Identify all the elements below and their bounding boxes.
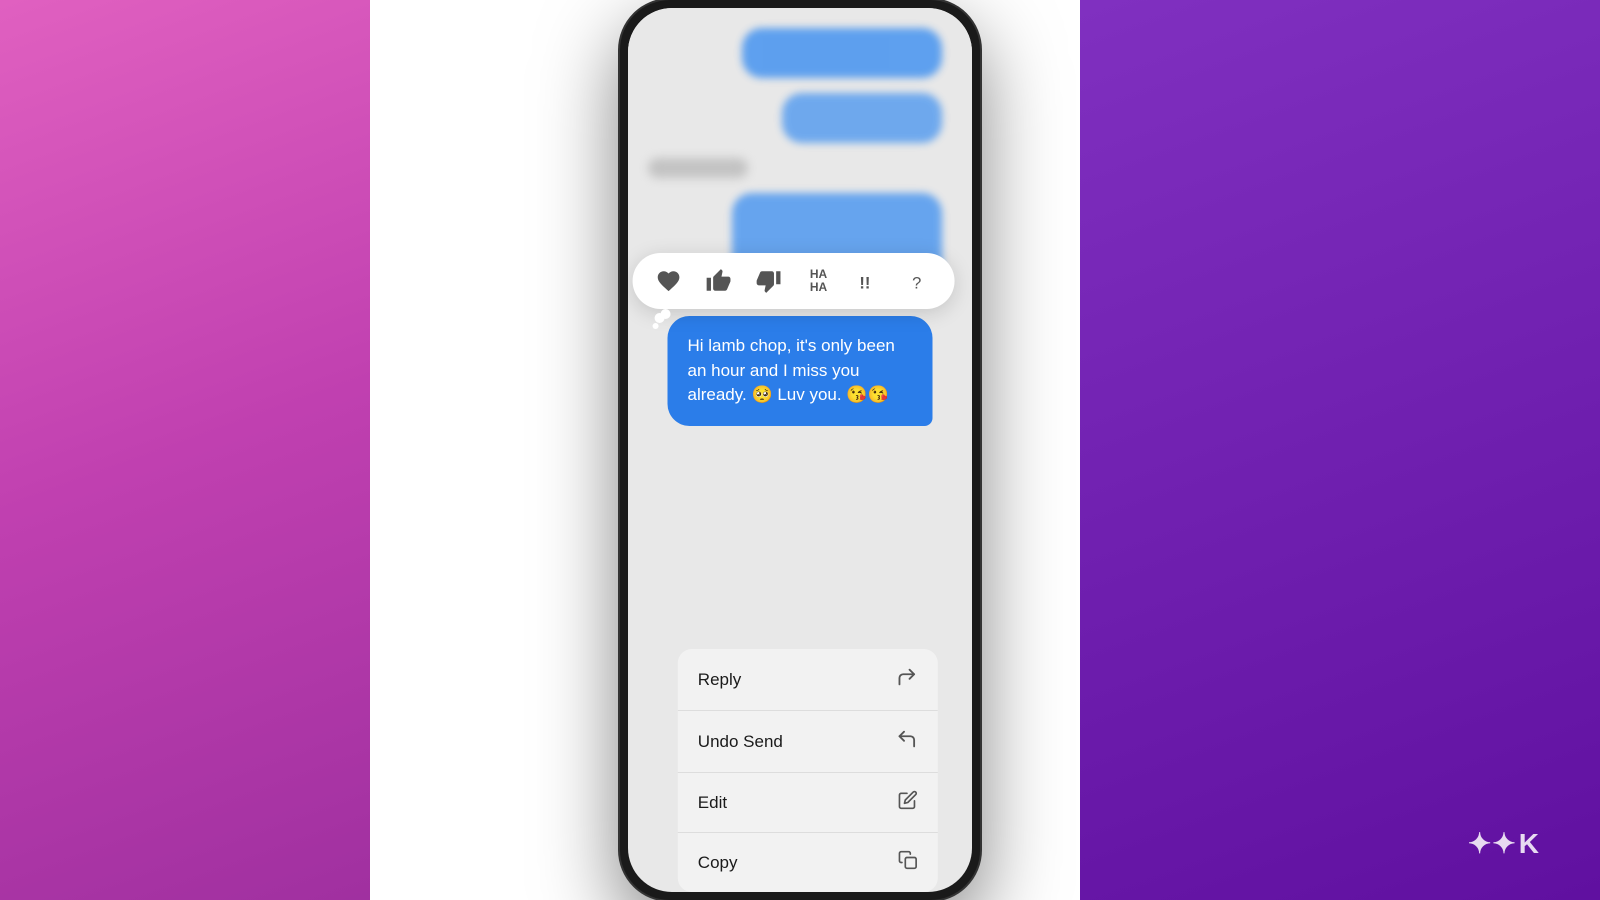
- watermark-letter: K: [1519, 828, 1540, 859]
- blurred-text: [648, 158, 748, 178]
- background-left: [0, 0, 370, 900]
- reaction-thumbsup[interactable]: [701, 263, 737, 299]
- svg-text:?: ?: [912, 274, 921, 292]
- phone-screen: HAHA !! ? Hi lamb cho: [628, 8, 972, 892]
- blurred-bubble-1: [742, 28, 942, 78]
- context-menu: Reply Undo Send Edit: [678, 649, 938, 892]
- svg-text:!!: !!: [859, 274, 870, 292]
- reaction-heart[interactable]: [651, 263, 687, 299]
- copy-icon: [898, 850, 918, 875]
- context-menu-reply[interactable]: Reply: [678, 649, 938, 711]
- reaction-bubble-tail: [661, 309, 671, 319]
- haha-text: HAHA: [810, 268, 827, 294]
- reaction-haha[interactable]: HAHA: [801, 263, 837, 299]
- watermark-dots: ✦✦: [1468, 827, 1517, 860]
- undo-send-label: Undo Send: [698, 732, 783, 752]
- background-right: [1080, 0, 1600, 900]
- reaction-bubble-dot: [653, 323, 659, 329]
- phone-frame: HAHA !! ? Hi lamb cho: [620, 0, 980, 900]
- message-bubble[interactable]: Hi lamb chop, it's only been an hour and…: [668, 316, 933, 426]
- context-menu-undo-send[interactable]: Undo Send: [678, 711, 938, 773]
- reply-label: Reply: [698, 670, 741, 690]
- reaction-question[interactable]: ?: [901, 263, 937, 299]
- reply-icon: [896, 666, 918, 693]
- edit-icon: [898, 790, 918, 815]
- context-menu-copy[interactable]: Copy: [678, 833, 938, 892]
- message-text: Hi lamb chop, it's only been an hour and…: [688, 336, 895, 404]
- context-menu-edit[interactable]: Edit: [678, 773, 938, 833]
- reaction-thumbsdown[interactable]: [751, 263, 787, 299]
- copy-label: Copy: [698, 853, 738, 873]
- undo-send-icon: [896, 728, 918, 755]
- messages-area: HAHA !! ? Hi lamb cho: [628, 8, 972, 518]
- edit-label: Edit: [698, 793, 727, 813]
- blurred-bubble-2: [782, 93, 942, 143]
- reaction-exclamation[interactable]: !!: [851, 263, 887, 299]
- reaction-bar: HAHA !! ?: [633, 253, 955, 309]
- watermark: ✦✦K: [1468, 827, 1540, 860]
